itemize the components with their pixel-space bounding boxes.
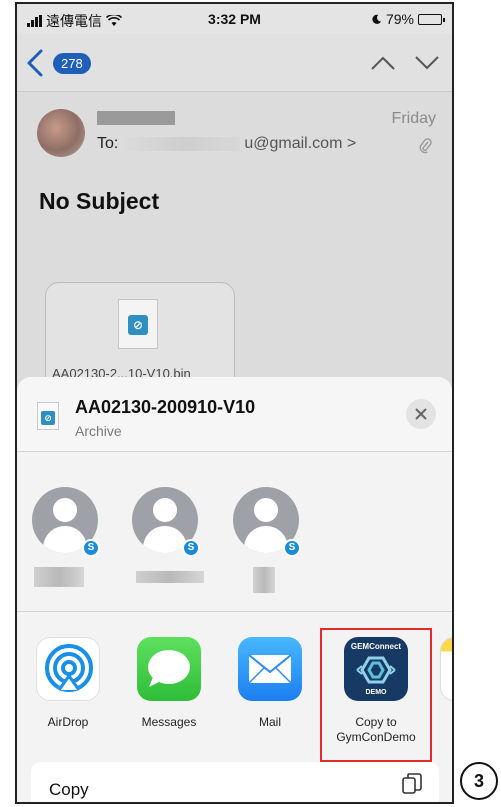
app-messages[interactable]: Messages — [124, 637, 214, 730]
notes-icon[interactable] — [440, 637, 452, 701]
recipient-email: u@gmail.com > — [244, 135, 357, 152]
contact-name-redacted — [34, 567, 84, 587]
contact-name-redacted — [253, 567, 275, 593]
chevron-left-icon — [27, 49, 43, 77]
battery-status: 79% — [371, 11, 445, 27]
chevron-down-icon[interactable] — [414, 54, 440, 72]
email-date: Friday — [391, 110, 436, 127]
suggested-contacts: S S S — [17, 452, 452, 612]
skype-icon: S — [182, 539, 200, 557]
copy-action[interactable]: Copy — [31, 762, 439, 802]
recipient-line[interactable]: To: u@gmail.com > — [97, 135, 356, 153]
archive-file-icon: ⊘ — [37, 402, 59, 430]
step-number-badge: 3 — [460, 762, 498, 800]
paperclip-icon — [419, 138, 432, 154]
app-label: AirDrop — [47, 715, 89, 729]
close-icon — [415, 408, 427, 420]
contact-name-redacted — [136, 571, 204, 583]
contact-suggestion[interactable]: S — [32, 487, 102, 597]
share-sheet-header: ⊘ AA02130-200910-V10 Archive — [17, 377, 452, 452]
contact-suggestion[interactable]: S — [233, 487, 303, 597]
contact-suggestion[interactable]: S — [132, 487, 204, 597]
battery-percent: 79% — [385, 11, 414, 27]
highlight-box — [320, 628, 432, 762]
shared-file-title: AA02130-200910-V10 — [75, 397, 256, 417]
email-subject: No Subject — [39, 188, 160, 214]
message-navigation — [370, 54, 440, 72]
skype-icon: S — [283, 539, 301, 557]
copy-icon — [402, 773, 422, 794]
app-mail[interactable]: Mail — [225, 637, 315, 730]
battery-icon — [418, 13, 445, 25]
app-label: Mail — [258, 715, 281, 729]
share-sheet: ⊘ AA02130-200910-V10 Archive S S S AirDr… — [17, 377, 452, 802]
to-label: To: — [97, 135, 119, 152]
messages-icon — [137, 637, 201, 701]
document-icon: ⊘ — [118, 299, 158, 349]
app-airdrop[interactable]: AirDrop — [23, 637, 113, 730]
sender-name-redacted — [97, 111, 175, 125]
moon-icon — [372, 14, 382, 24]
chevron-up-icon[interactable] — [370, 54, 396, 72]
mail-nav-bar: 278 — [17, 34, 452, 92]
mail-icon — [238, 637, 302, 701]
unread-count-badge: 278 — [53, 52, 91, 74]
share-app-row: AirDrop Messages Mail GEMConnect DEMO Co… — [17, 612, 452, 762]
copy-label: Copy — [49, 780, 89, 799]
sender-avatar[interactable] — [37, 109, 85, 157]
status-bar: 遠傳電信 3:32 PM 79% — [17, 4, 452, 34]
skype-icon: S — [82, 539, 100, 557]
close-button[interactable] — [406, 399, 436, 429]
app-label: Messages — [141, 715, 197, 729]
recipient-redacted — [122, 137, 241, 151]
shared-file-type: Archive — [75, 423, 122, 439]
back-button[interactable]: 278 — [23, 48, 91, 78]
phone-screen: 遠傳電信 3:32 PM 79% 278 To: u@gmail.com > F… — [15, 2, 454, 804]
airdrop-icon — [36, 637, 100, 701]
